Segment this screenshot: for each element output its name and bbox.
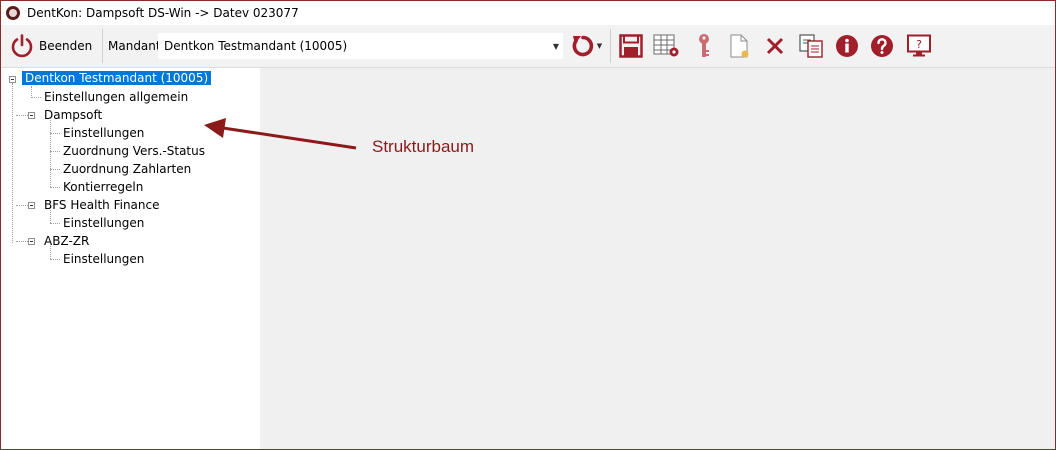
app-window: DentKon: Dampsoft DS-Win -> Datev 023077… [0,0,1056,450]
annotation-label: Strukturbaum [372,137,475,156]
annotation-arrow [204,118,357,150]
